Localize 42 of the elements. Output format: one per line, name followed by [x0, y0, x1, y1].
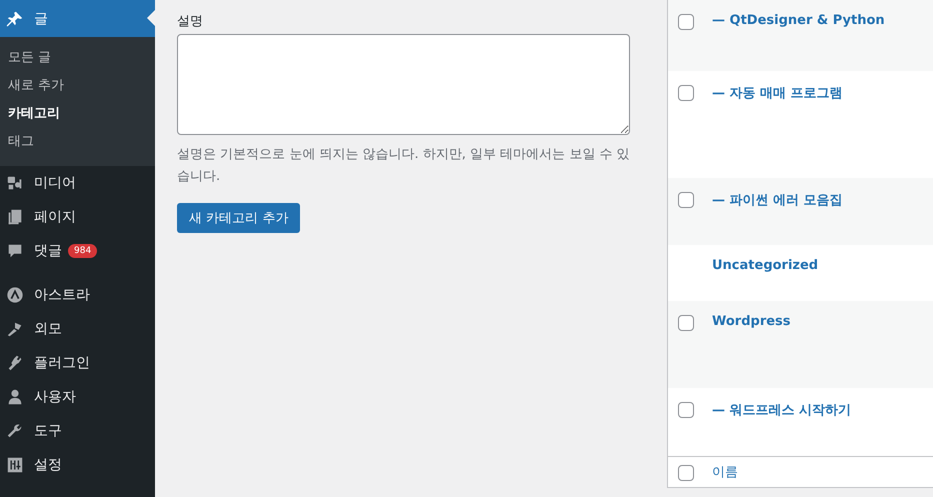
add-category-button[interactable]: 새 카테고리 추가 [177, 203, 300, 233]
submenu-item[interactable]: 태그 [0, 128, 155, 156]
row-checkbox[interactable] [678, 315, 694, 331]
sidebar-item[interactable]: 페이지 [0, 200, 155, 234]
description-label: 설명 [177, 13, 204, 30]
row-checkbox[interactable] [678, 192, 694, 208]
category-link[interactable]: — 워드프레스 시작하기 [712, 401, 852, 419]
sidebar-item[interactable]: 설정 [0, 448, 155, 482]
wrench-icon [6, 422, 24, 440]
category-link[interactable]: Wordpress [712, 314, 791, 329]
pages-icon [6, 208, 24, 226]
sidebar-item[interactable]: 글 [0, 0, 155, 37]
a-logo-icon [6, 286, 24, 304]
count-badge: 984 [68, 244, 98, 258]
sidebar-item[interactable]: 아스트라 [0, 268, 155, 312]
row-checkbox[interactable] [678, 85, 694, 101]
submenu-item[interactable]: 카테고리 [0, 100, 155, 128]
person-icon [6, 388, 24, 406]
submenu-item[interactable]: 모든 글 [0, 44, 155, 72]
sliders-icon [6, 456, 24, 474]
brush-icon [6, 320, 24, 338]
help-text: 설명은 기본적으로 눈에 띄지는 않습니다. 하지만, 일부 테마에서는 보일 수 있습니다. [177, 146, 630, 186]
pointer-notch-icon [147, 10, 155, 26]
sidebar-item[interactable]: 외모 [0, 312, 155, 346]
row-checkbox[interactable] [678, 402, 694, 418]
speech-bubble-icon [6, 242, 24, 260]
category-link[interactable]: — 파이썬 에러 모음집 [712, 191, 843, 209]
row-checkbox[interactable] [678, 14, 694, 30]
description-field[interactable] [177, 34, 630, 135]
sidebar-item[interactable]: 플러그인 [0, 346, 155, 380]
pin-icon [6, 10, 24, 28]
sidebar-item[interactable]: 댓글 984 [0, 234, 155, 268]
category-link[interactable]: — 자동 매매 프로그램 [712, 84, 843, 102]
sidebar-item[interactable]: 미디어 [0, 166, 155, 200]
sidebar-item[interactable]: 사용자 [0, 380, 155, 414]
select-all-checkbox[interactable] [678, 464, 694, 480]
name-column-header[interactable]: 이름 [712, 463, 738, 481]
category-link[interactable]: Uncategorized [712, 258, 818, 273]
media-icon [6, 174, 24, 192]
submenu-item[interactable]: 새로 추가 [0, 72, 155, 100]
sidebar-item[interactable]: 도구 [0, 414, 155, 448]
category-link[interactable]: — QtDesigner & Python [712, 13, 885, 28]
